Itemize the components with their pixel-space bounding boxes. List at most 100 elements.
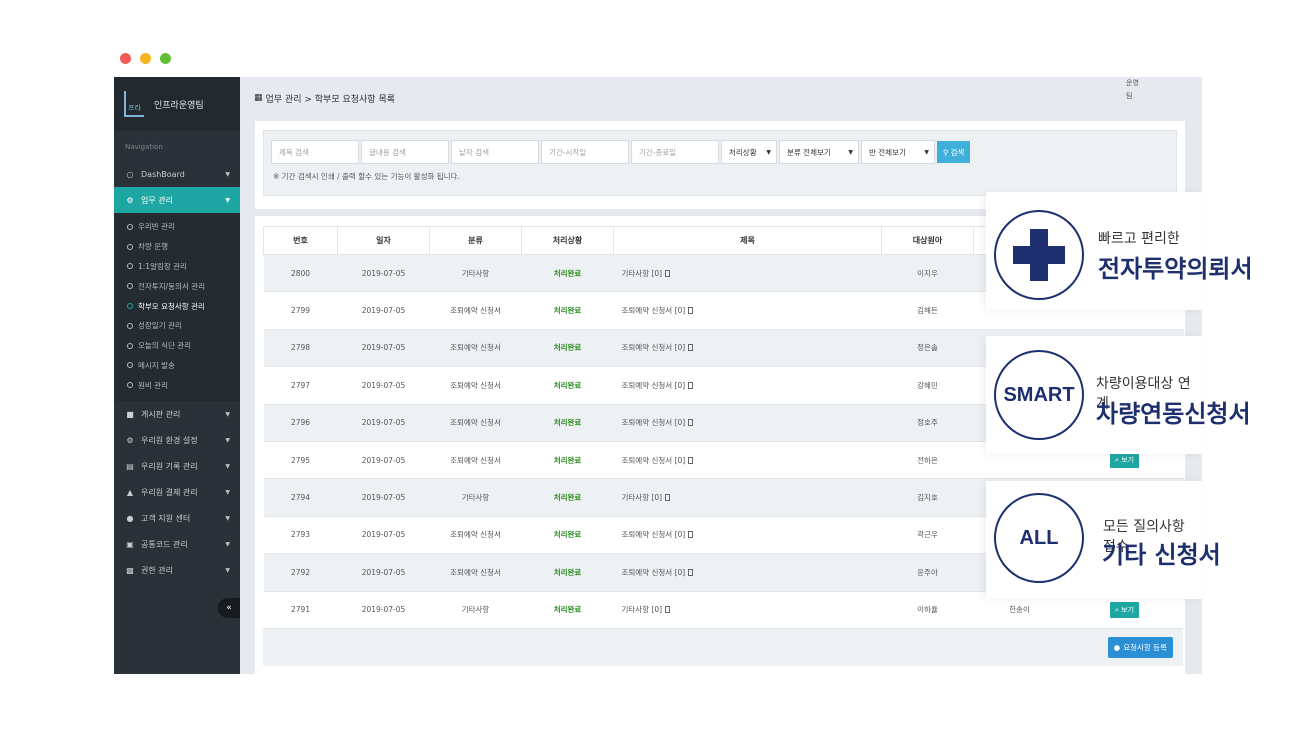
- sidebar-item-codes[interactable]: ▣ 공통코드 관리 ▼: [114, 531, 240, 557]
- document-icon: [665, 494, 671, 502]
- row-child: 김지호: [881, 478, 974, 517]
- caret-down-icon: ▼: [225, 540, 230, 548]
- row-title[interactable]: 조퇴예약 신청서 [0]: [613, 328, 882, 368]
- row-title-text[interactable]: 조퇴예약 신청서 [0]: [622, 306, 686, 315]
- view-button[interactable]: ⌕ 보기: [1109, 601, 1140, 618]
- user-icon: ●: [1113, 643, 1121, 652]
- row-title[interactable]: 조퇴예약 신청서 [0]: [613, 515, 882, 555]
- row-title[interactable]: 기타사항 [0]: [613, 590, 882, 629]
- button-label: 요청사항 등록: [1123, 643, 1167, 652]
- sidebar-item-settings[interactable]: ⚙ 우리원 환경 설정 ▼: [114, 427, 240, 453]
- sidebar-item-permissions[interactable]: ▩ 권한 관리 ▼: [114, 557, 240, 583]
- category-select[interactable]: 분류 전체보기 ▼: [779, 140, 859, 164]
- select-value: 반 전체보기: [869, 147, 906, 157]
- search-row: 제목 검색 글내용 검색 낱자 검색 기간-시작일 기간-종료일 처리상황 ▼ 분…: [271, 140, 971, 164]
- column-header[interactable]: 대상원아: [881, 226, 974, 255]
- subnav-label: 오늘의 식단 관리: [138, 341, 192, 351]
- row-child: 이지우: [881, 253, 974, 293]
- sidebar-item-dashboard[interactable]: ○ DashBoard ▼: [114, 161, 240, 187]
- sidebar-item-records[interactable]: ▤ 우리원 기록 관리 ▼: [114, 453, 240, 479]
- feature-subtitle: 빠르고 편리한: [1098, 231, 1180, 247]
- subnav-item[interactable]: 우리반 관리: [114, 217, 240, 237]
- document-icon: [665, 606, 671, 614]
- sidebar-item-support[interactable]: ● 고객 지원 센터 ▼: [114, 505, 240, 531]
- document-icon: [688, 456, 694, 464]
- title-search-input[interactable]: 제목 검색: [271, 140, 359, 164]
- support-icon: ●: [126, 513, 134, 523]
- subnav-item[interactable]: 오늘의 식단 관리: [114, 336, 240, 356]
- subnav-item[interactable]: 성장일기 관리: [114, 316, 240, 336]
- row-title[interactable]: 조퇴예약 신청서 [0]: [613, 291, 882, 330]
- subnav-label: 메시지 발송: [138, 360, 175, 370]
- subnav-item-current[interactable]: 학부모 요청사항 관리: [114, 296, 240, 316]
- subnav-item[interactable]: 전자투지/동의서 관리: [114, 276, 240, 296]
- circle-icon: [127, 243, 133, 250]
- row-status: 처리완료: [521, 366, 614, 405]
- search-button[interactable]: ⚲ 검색: [937, 141, 971, 163]
- column-header[interactable]: 제목: [613, 226, 882, 255]
- sidebar-item-label: 고객 지원 센터: [141, 513, 191, 523]
- maximize-dot[interactable]: [160, 53, 171, 64]
- row-title-text[interactable]: 조퇴예약 신청서 [0]: [622, 343, 686, 352]
- plus-badge: [994, 210, 1084, 300]
- sidebar-collapse-button[interactable]: «: [218, 598, 240, 618]
- row-title-text[interactable]: 조퇴예약 신청서 [0]: [622, 530, 686, 539]
- sidebar-item-work[interactable]: ⚙ 업무 관리 ▼: [114, 187, 240, 213]
- row-child: 김해든: [881, 291, 974, 330]
- row-category: 조퇴예약 신청서: [429, 291, 522, 330]
- row-category: 조퇴예약 신청서: [429, 440, 522, 480]
- row-title[interactable]: 조퇴예약 신청서 [0]: [613, 553, 882, 592]
- status-select[interactable]: 처리상황 ▼: [721, 140, 777, 164]
- subnav-label: 성장일기 관리: [138, 321, 182, 331]
- row-title-text[interactable]: 조퇴예약 신청서 [0]: [622, 381, 686, 390]
- column-header[interactable]: 분류: [429, 226, 522, 255]
- row-number: 2800: [263, 253, 338, 293]
- subnav-item[interactable]: 차량 운행: [114, 237, 240, 257]
- row-title-text[interactable]: 조퇴예약 신청서 [0]: [622, 568, 686, 577]
- column-header[interactable]: 번호: [263, 226, 338, 255]
- subnav-item[interactable]: 1:1알림장 관리: [114, 257, 240, 277]
- caret-down-icon: ▼: [225, 170, 230, 178]
- row-date: 2019-07-05: [337, 553, 430, 592]
- caret-down-icon: ▼: [225, 514, 230, 522]
- row-title[interactable]: 조퇴예약 신청서 [0]: [613, 366, 882, 405]
- all-badge: ALL: [994, 493, 1084, 583]
- start-date-input[interactable]: 기간-시작일: [541, 140, 629, 164]
- sidebar-item-label: 우리원 기록 관리: [141, 461, 198, 471]
- column-header[interactable]: 일자: [337, 226, 430, 255]
- column-header[interactable]: 처리상황: [521, 226, 614, 255]
- row-status: 처리완료: [521, 291, 614, 330]
- row-title-text[interactable]: 기타사항 [0]: [622, 493, 663, 502]
- writer-search-input[interactable]: 낱자 검색: [451, 140, 539, 164]
- row-title[interactable]: 기타사항 [0]: [613, 253, 882, 293]
- row-title[interactable]: 기타사항 [0]: [613, 478, 882, 517]
- content-search-input[interactable]: 글내용 검색: [361, 140, 449, 164]
- subnav-label: 1:1알림장 관리: [138, 261, 187, 271]
- circle-icon: [127, 322, 133, 329]
- end-date-input[interactable]: 기간-종료일: [631, 140, 719, 164]
- sidebar-item-payment[interactable]: ▲ 우리원 결제 관리 ▼: [114, 479, 240, 505]
- register-request-button[interactable]: ● 요청사항 등록: [1107, 637, 1173, 658]
- subnav-item[interactable]: 원비 관리: [114, 375, 240, 395]
- row-number: 2791: [263, 590, 338, 629]
- row-title[interactable]: 조퇴예약 신청서 [0]: [613, 440, 882, 480]
- window-icon: ▩: [126, 565, 134, 575]
- user-menu[interactable]: 운영팀: [1126, 77, 1140, 103]
- row-title[interactable]: 조퇴예약 신청서 [0]: [613, 403, 882, 442]
- view-button[interactable]: ⌕ 보기: [1109, 452, 1140, 469]
- minimize-dot[interactable]: [140, 53, 151, 64]
- row-child: 강혜민: [881, 366, 974, 405]
- row-title-text[interactable]: 기타사항 [0]: [622, 605, 663, 614]
- row-date: 2019-07-05: [337, 440, 430, 480]
- row-category: 조퇴예약 신청서: [429, 366, 522, 405]
- search-icon: ⚲: [943, 147, 949, 157]
- row-title-text[interactable]: 조퇴예약 신청서 [0]: [622, 418, 686, 427]
- close-dot[interactable]: [120, 53, 131, 64]
- row-title-text[interactable]: 기타사항 [0]: [622, 269, 663, 278]
- row-title-text[interactable]: 조퇴예약 신청서 [0]: [622, 456, 686, 465]
- class-select[interactable]: 반 전체보기 ▼: [861, 140, 935, 164]
- subnav-item[interactable]: 메시지 발송: [114, 356, 240, 376]
- brand[interactable]: 프라 인프라운영팀: [114, 77, 240, 131]
- row-date: 2019-07-05: [337, 478, 430, 517]
- sidebar-item-board[interactable]: ■ 게시판 관리 ▼: [114, 401, 240, 427]
